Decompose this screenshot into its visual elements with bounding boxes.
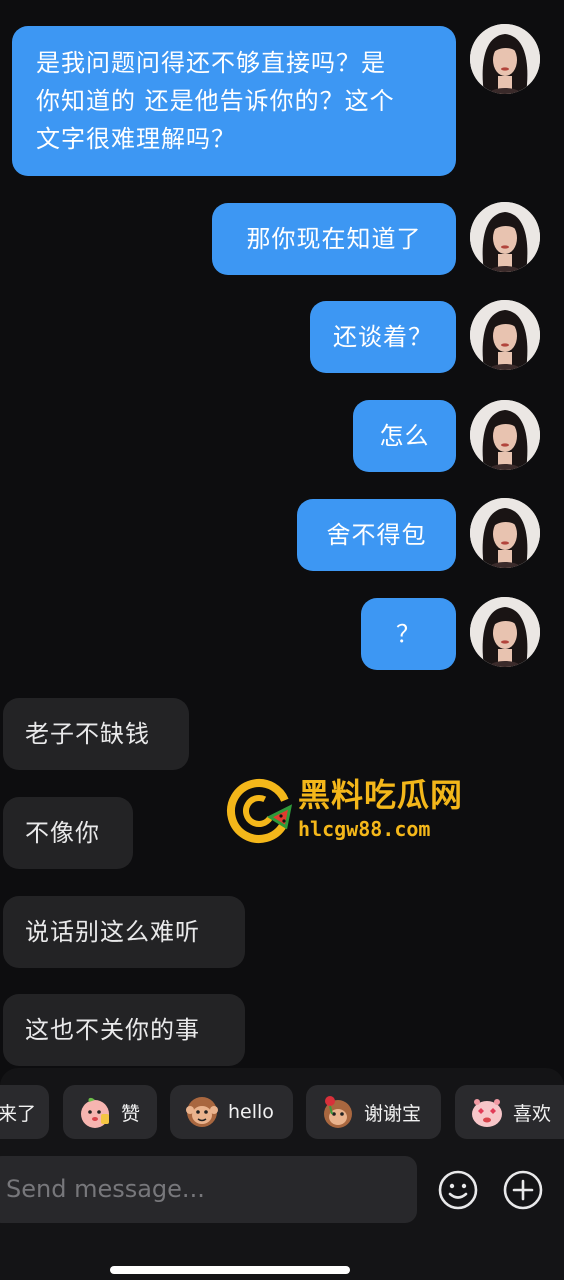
watermark: 黑料吃瓜网 hlcgw88.com (226, 775, 486, 845)
avatar[interactable] (470, 300, 540, 370)
quick-reply-label: 来了 (0, 1102, 37, 1125)
watermark-logo-icon (227, 779, 293, 843)
peach-thumbs-up-icon (81, 1097, 109, 1128)
avatar[interactable] (470, 597, 540, 667)
message-text: 老子不缺钱 (25, 720, 150, 748)
watermark-url: hlcgw88.com (298, 817, 431, 841)
watermark-title: 黑料吃瓜网 (298, 776, 464, 814)
avatar[interactable] (470, 202, 540, 272)
message-text: 怎么 (379, 422, 430, 450)
message-text: 那你现在知道了 (246, 225, 422, 253)
quick-reply-label: 喜欢 (513, 1102, 552, 1125)
outgoing-message[interactable]: 怎么 (353, 400, 456, 472)
outgoing-message[interactable]: 还谈着？ (310, 301, 456, 373)
outgoing-message[interactable]: 那你现在知道了 (212, 203, 456, 275)
quick-reply[interactable]: hello (170, 1085, 293, 1139)
quick-reply-label: hello (228, 1101, 274, 1123)
message-line: 是我问题问得还不够直接吗？是 (36, 49, 386, 77)
chat-thread: 是我问题问得还不够直接吗？是 你知道的 还是他告诉你的？这个 文字很难理解吗？ … (0, 0, 564, 1068)
outgoing-message[interactable]: 是我问题问得还不够直接吗？是 你知道的 还是他告诉你的？这个 文字很难理解吗？ (12, 26, 456, 176)
pink-heart-eyes-icon (472, 1099, 502, 1127)
message-text: 这也不关你的事 (25, 1016, 200, 1044)
message-text: 还谈着？ (333, 323, 433, 351)
message-input[interactable]: Send message... (0, 1156, 417, 1223)
incoming-message[interactable]: 说话别这么难听 (3, 896, 245, 968)
incoming-message[interactable]: 老子不缺钱 (3, 698, 189, 770)
plus-icon[interactable] (502, 1169, 544, 1211)
outgoing-message[interactable]: ？ (361, 598, 456, 670)
home-indicator[interactable] (110, 1266, 350, 1274)
quick-reply-label: 赞 (121, 1102, 141, 1125)
avatar[interactable] (470, 498, 540, 568)
incoming-message[interactable]: 这也不关你的事 (3, 994, 245, 1066)
monkey-rose-icon (324, 1096, 352, 1128)
avatar[interactable] (470, 400, 540, 470)
message-text: ？ (396, 620, 421, 648)
outgoing-message[interactable]: 舍不得包 (297, 499, 456, 571)
message-text: 不像你 (25, 819, 100, 847)
quick-reply[interactable]: 赞 (63, 1085, 157, 1139)
quick-reply-label: 谢谢宝 (364, 1102, 422, 1125)
monkey-wave-icon (186, 1097, 218, 1127)
smiley-icon[interactable] (437, 1169, 479, 1211)
quick-reply[interactable]: 来了 (0, 1085, 49, 1139)
message-text: 说话别这么难听 (25, 918, 200, 946)
message-text: 舍不得包 (326, 521, 427, 549)
quick-reply[interactable]: 喜欢 (455, 1085, 564, 1139)
message-line: 文字很难理解吗？ (36, 125, 236, 153)
message-line: 你知道的 还是他告诉你的？这个 (36, 87, 395, 115)
quick-reply[interactable]: 谢谢宝 (306, 1085, 441, 1139)
message-input-placeholder: Send message... (6, 1175, 205, 1203)
avatar[interactable] (470, 24, 540, 94)
incoming-message[interactable]: 不像你 (3, 797, 133, 869)
